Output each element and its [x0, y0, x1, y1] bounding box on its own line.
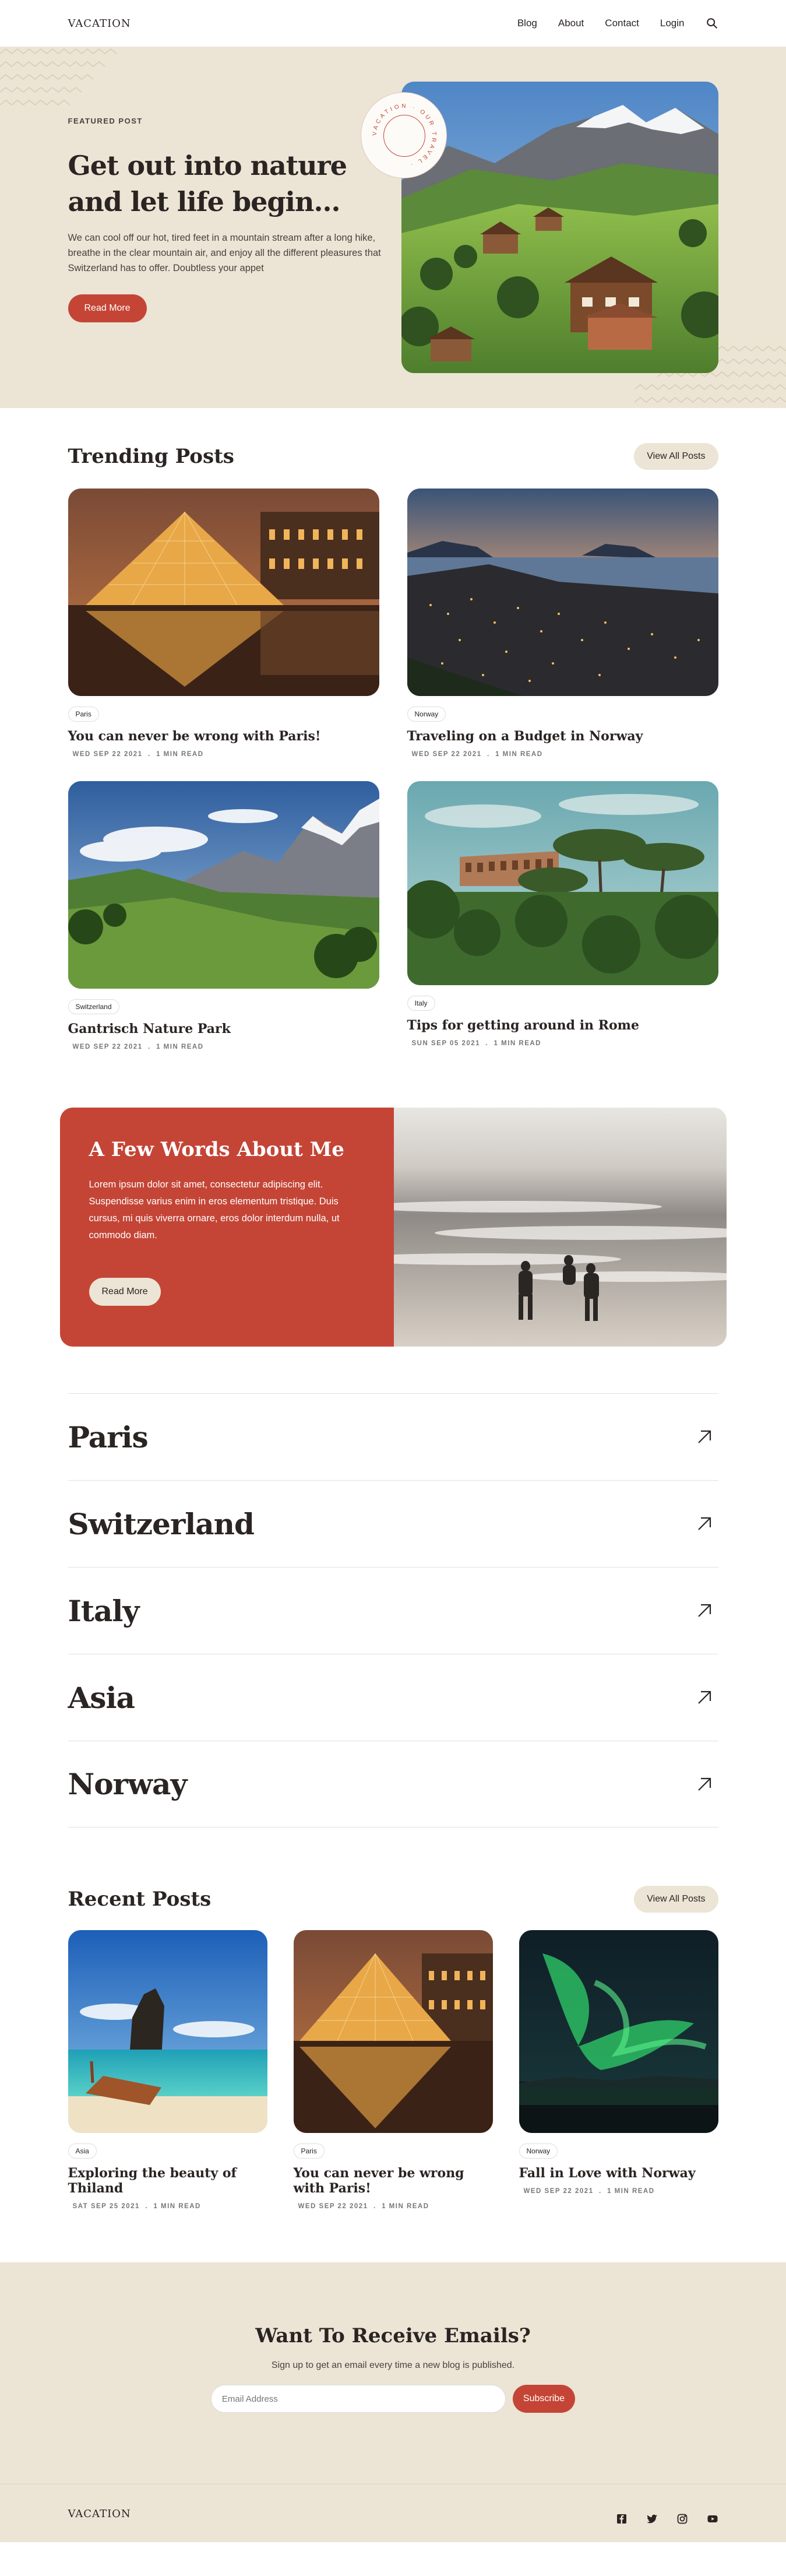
- nav-links: Blog About Contact Login: [517, 17, 718, 30]
- featured-label: FEATURED POST: [68, 117, 143, 125]
- arrow-up-right-icon[interactable]: [695, 1428, 714, 1446]
- footer: VACATION: [0, 2484, 786, 2542]
- post-tag[interactable]: Italy: [407, 996, 435, 1011]
- arrow-up-right-icon[interactable]: [695, 1514, 714, 1533]
- facebook-icon[interactable]: [616, 2513, 628, 2525]
- category-row-norway[interactable]: Norway: [68, 1741, 718, 1828]
- categories-list: Paris Switzerland Italy Asia Norway: [68, 1393, 718, 1828]
- arrow-up-right-icon[interactable]: [695, 1601, 714, 1620]
- hero-content: FEATURED POST Get out into nature and le…: [68, 47, 394, 322]
- post-card[interactable]: Switzerland Gantrisch Nature Park WED SE…: [68, 781, 379, 1050]
- hero-title: Get out into nature and let life begin..…: [68, 150, 348, 217]
- category-row-paris[interactable]: Paris: [68, 1393, 718, 1480]
- post-image-thailand-beach[interactable]: [68, 1930, 267, 2133]
- post-title[interactable]: You can never be wrong with Paris!: [294, 2166, 493, 2196]
- trending-section: Trending Posts View All Posts Paris You …: [68, 408, 718, 1074]
- post-title[interactable]: Fall in Love with Norway: [519, 2166, 718, 2181]
- email-input[interactable]: [210, 2385, 506, 2413]
- hero-section: FEATURED POST Get out into nature and le…: [0, 47, 786, 408]
- site-logo[interactable]: VACATION: [68, 17, 131, 30]
- post-meta: SUN SEP 05 2021 . 1 MIN READ: [411, 1040, 541, 1047]
- post-meta: WED SEP 22 2021 . 1 MIN READ: [523, 2188, 655, 2195]
- post-image-rome-colosseum[interactable]: [407, 781, 718, 985]
- hero-read-more-button[interactable]: Read More: [68, 294, 147, 322]
- category-row-asia[interactable]: Asia: [68, 1654, 718, 1741]
- post-image-louvre[interactable]: [293, 1930, 493, 2133]
- post-tag[interactable]: Switzerland: [68, 999, 119, 1014]
- post-meta: WED SEP 22 2021 . 1 MIN READ: [298, 2203, 429, 2210]
- post-tag[interactable]: Norway: [519, 2143, 558, 2159]
- about-title: A Few Words About Me: [89, 1138, 344, 1161]
- category-name[interactable]: Italy: [68, 1594, 140, 1628]
- about-content: A Few Words About Me Lorem ipsum dolor s…: [59, 1108, 394, 1347]
- category-name[interactable]: Norway: [68, 1767, 188, 1801]
- nav-link-login[interactable]: Login: [660, 17, 685, 29]
- recent-title: Recent Posts: [68, 1888, 212, 1911]
- post-tag[interactable]: Asia: [68, 2143, 97, 2159]
- post-card[interactable]: Paris You can never be wrong with Paris!…: [68, 489, 379, 758]
- post-tag[interactable]: Paris: [293, 2143, 325, 2159]
- post-card[interactable]: Paris You can never be wrong with Paris!…: [293, 1930, 493, 2210]
- nav-link-blog[interactable]: Blog: [517, 17, 537, 29]
- newsletter-title: Want To Receive Emails?: [255, 2324, 531, 2347]
- category-row-switzerland[interactable]: Switzerland: [68, 1480, 718, 1567]
- about-image-beach: [341, 1108, 727, 1347]
- post-tag[interactable]: Paris: [68, 707, 99, 722]
- post-title[interactable]: Tips for getting around in Rome: [407, 1018, 718, 1033]
- post-meta: SAT SEP 25 2021 . 1 MIN READ: [72, 2203, 201, 2210]
- post-card[interactable]: Norway Traveling on a Budget in Norway W…: [407, 489, 718, 758]
- post-card[interactable]: Norway Fall in Love with Norway WED SEP …: [519, 1930, 718, 2210]
- post-title[interactable]: Exploring the beauty of Thiland: [68, 2166, 267, 2196]
- trending-view-all-button[interactable]: View All Posts: [634, 443, 718, 470]
- about-read-more-button[interactable]: Read More: [89, 1278, 161, 1306]
- footer-logo[interactable]: VACATION: [68, 2508, 131, 2520]
- category-name[interactable]: Paris: [68, 1420, 149, 1454]
- post-meta: WED SEP 22 2021 . 1 MIN READ: [411, 751, 543, 758]
- post-title[interactable]: Traveling on a Budget in Norway: [407, 729, 718, 744]
- arrow-up-right-icon[interactable]: [695, 1688, 714, 1707]
- subscribe-button[interactable]: Subscribe: [512, 2385, 576, 2413]
- post-title[interactable]: Gantrisch Nature Park: [68, 1021, 379, 1036]
- trending-title: Trending Posts: [68, 445, 234, 468]
- arrow-up-right-icon[interactable]: [695, 1775, 714, 1794]
- category-row-italy[interactable]: Italy: [68, 1567, 718, 1654]
- search-icon[interactable]: [706, 17, 718, 30]
- newsletter-form: Subscribe: [0, 2385, 786, 2413]
- top-nav: VACATION Blog About Contact Login: [68, 0, 718, 47]
- post-meta: WED SEP 22 2021 . 1 MIN READ: [72, 751, 204, 758]
- post-tag[interactable]: Norway: [407, 707, 446, 722]
- about-text: Lorem ipsum dolor sit amet, consectetur …: [89, 1179, 340, 1240]
- hero-excerpt: We can cool off our hot, tired feet in a…: [68, 233, 381, 273]
- category-name[interactable]: Switzerland: [68, 1507, 255, 1541]
- about-section: A Few Words About Me Lorem ipsum dolor s…: [59, 1108, 727, 1347]
- recent-section: Recent Posts View All Posts Asia Explori…: [68, 1886, 718, 2210]
- vacation-stamp-badge: VACATION · OUR TRAVEL ·: [360, 92, 447, 178]
- post-meta: WED SEP 22 2021 . 1 MIN READ: [72, 1043, 204, 1050]
- nav-link-contact[interactable]: Contact: [605, 17, 639, 29]
- post-image-gantrisch-valley[interactable]: [68, 781, 379, 989]
- post-card[interactable]: Asia Exploring the beauty of Thiland SAT…: [68, 1930, 267, 2210]
- twitter-icon[interactable]: [646, 2513, 658, 2525]
- post-image-northern-lights[interactable]: [519, 1930, 718, 2133]
- category-name[interactable]: Asia: [68, 1681, 135, 1715]
- recent-view-all-button[interactable]: View All Posts: [634, 1886, 718, 1913]
- nav-link-about[interactable]: About: [558, 17, 584, 29]
- youtube-icon[interactable]: [707, 2513, 718, 2525]
- newsletter-subtitle: Sign up to get an email every time a new…: [271, 2360, 515, 2370]
- instagram-icon[interactable]: [676, 2513, 688, 2525]
- post-title[interactable]: You can never be wrong with Paris!: [68, 729, 379, 744]
- newsletter-section: Want To Receive Emails? Sign up to get a…: [0, 2262, 786, 2484]
- hero-image-swiss-village[interactable]: [401, 82, 718, 373]
- social-links: [616, 2513, 718, 2525]
- post-image-louvre[interactable]: [68, 489, 379, 696]
- post-image-norway-city[interactable]: [407, 489, 718, 696]
- post-card[interactable]: Italy Tips for getting around in Rome SU…: [407, 781, 718, 1050]
